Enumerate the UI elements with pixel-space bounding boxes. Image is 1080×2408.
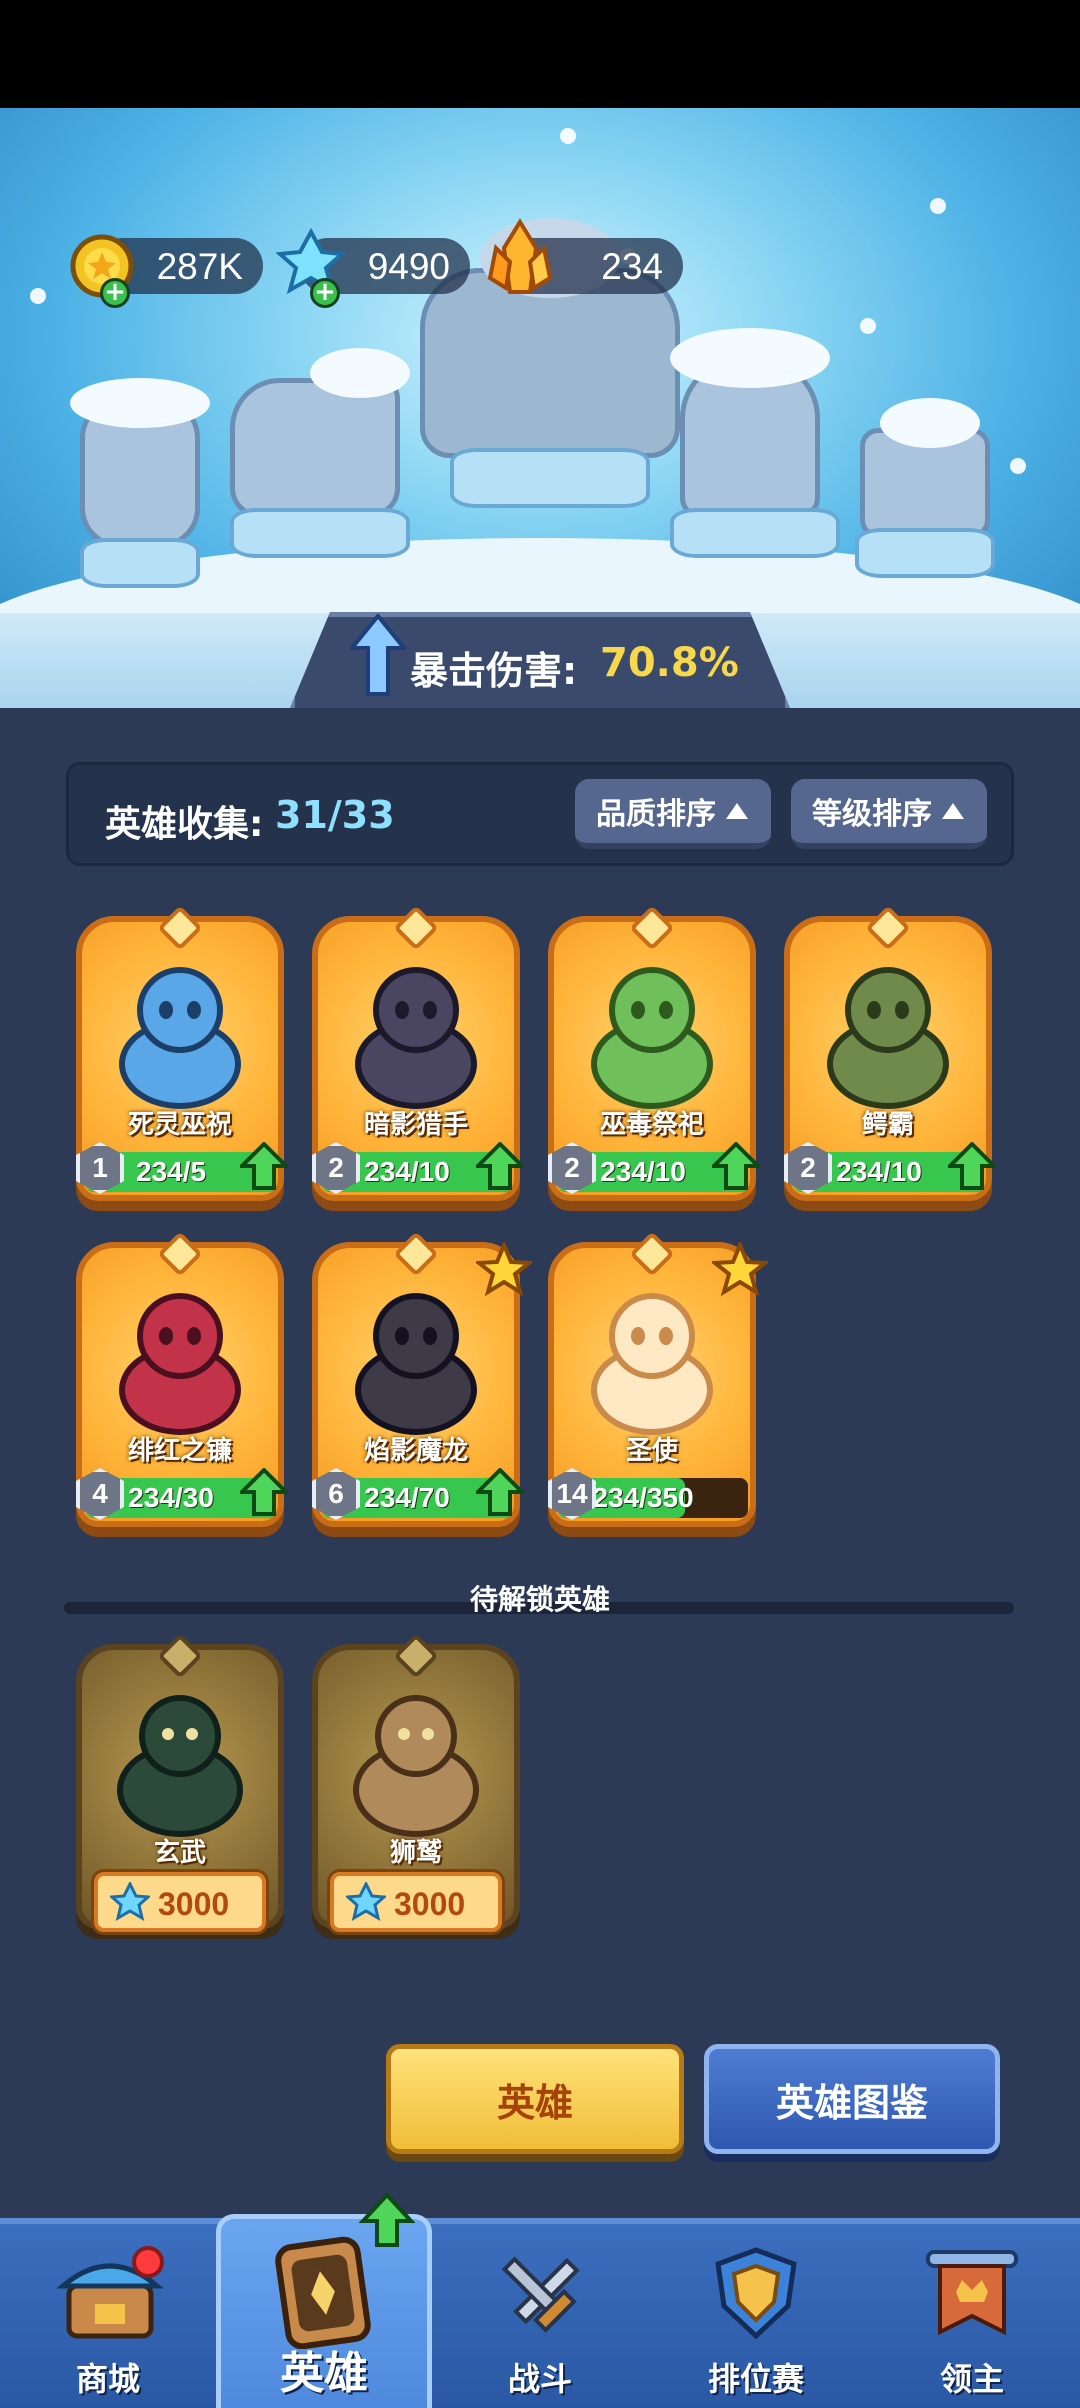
hero-card[interactable]: 暗影猎手 234/10 2 [312,905,524,1216]
crit-damage-value: 70.8% [600,640,739,686]
nav-ranked[interactable]: 排位赛 [648,2224,864,2408]
nav-battle-label: 战斗 [507,2360,572,2398]
snowflake [860,318,876,334]
hero-portrait [355,1293,477,1435]
sort-level-label: 等级排序 [812,797,932,832]
orange-crystal-amount: 234 [601,246,663,287]
unlock-price: 3000 [394,1886,466,1922]
add-gold-button[interactable]: + [100,278,130,308]
hero-name: 玄武 [153,1838,206,1868]
notification-dot [132,2246,164,2278]
upgrade-arrow-icon [476,1142,524,1190]
hero-name: 焰影魔龙 [363,1436,468,1466]
rank-shield-icon [715,2247,797,2340]
locked-section-label: 待解锁英雄 [469,1583,610,1616]
locked-hero-card[interactable]: 狮鹫 3000 [312,1633,520,1944]
unlock-price-button[interactable]: 3000 [94,1872,266,1932]
crit-up-arrow-icon [347,612,409,702]
nav-lord[interactable]: 领主 [864,2224,1080,2408]
crossed-swords-icon [501,2256,580,2333]
hero-name: 狮鹫 [389,1838,442,1868]
star-icon [476,1242,532,1297]
unlock-price: 3000 [158,1886,230,1922]
upgrade-arrow-icon [948,1142,996,1190]
hero-name: 鳄霸 [861,1110,914,1140]
hero-name: 巫毒祭祀 [599,1110,704,1140]
hero-card-icon [275,2236,371,2349]
hero-card[interactable]: 死灵巫祝 234/5 1 [76,905,288,1216]
add-ice-crystal-button[interactable]: + [310,278,340,308]
triangle-up-icon [726,803,748,819]
nav-lord-label: 领主 [939,2360,1004,2398]
nav-heroes-label: 英雄 [280,2348,368,2399]
upgrade-arrow-icon [476,1468,524,1516]
nav-heroes[interactable]: 英雄 [216,2193,432,2408]
hero-name: 圣使 [625,1436,678,1466]
crit-damage-label: 暴击伤害: [410,649,578,693]
collection-header: 英雄收集: 31/33 品质排序 等级排序 [66,762,1014,866]
hero-portrait [353,1695,479,1837]
orange-crystal-icon [480,218,560,302]
upgrade-arrow-icon [712,1142,760,1190]
nav-shop[interactable]: 商城 [0,2224,216,2408]
upgrade-arrow-icon [240,1468,288,1516]
hero-codex-button[interactable]: 英雄图鉴 [704,2044,1000,2154]
collection-count: 31/33 [275,793,395,837]
hero-card[interactable]: 焰影魔龙 234/70 6 [312,1231,532,1542]
hero-portrait [355,967,477,1109]
hero-button[interactable]: 英雄 [386,2044,684,2154]
snowflake [560,128,576,144]
lord-banner-icon [926,2250,1018,2336]
hero-card[interactable]: 绯红之镰 234/30 4 [76,1231,288,1542]
upgrade-arrow-icon [240,1142,288,1190]
sort-by-quality-button[interactable]: 品质排序 [575,779,771,849]
ice-crystal-icon [346,1882,386,1922]
status-bar [0,0,1080,108]
hero-card[interactable]: 巫毒祭祀 234/10 2 [548,905,760,1216]
nav-shop-label: 商城 [75,2360,140,2398]
triangle-up-icon [942,803,964,819]
hero-portrait [119,1293,241,1435]
snowflake [1010,458,1026,474]
snowflake [30,288,46,304]
hero-portrait [827,967,949,1109]
hero-card[interactable]: 圣使 234/350 14 [548,1231,768,1542]
hero-portrait [591,1293,713,1435]
hero-name: 绯红之镰 [127,1436,232,1466]
hero-portrait [117,1695,243,1837]
nav-ranked-label: 排位赛 [707,2360,804,2398]
snowflake [930,198,946,214]
upgrade-arrow-icon [359,2193,415,2247]
hero-portrait [591,967,713,1109]
bottom-nav: 商城 英雄 战斗 排位赛 领主 [0,2193,1080,2408]
star-icon [712,1242,768,1297]
locked-hero-card[interactable]: 玄武 3000 [76,1633,284,1944]
hero-name: 暗影猎手 [363,1110,468,1140]
hero-portrait [119,967,241,1109]
sort-by-level-button[interactable]: 等级排序 [791,779,987,849]
gold-amount: 287K [156,246,243,287]
ice-crystal-icon [110,1882,150,1922]
hero-name: 死灵巫祝 [127,1110,232,1140]
ice-crystal-amount: 9490 [367,246,450,287]
sort-quality-label: 品质排序 [596,797,716,832]
nav-battle[interactable]: 战斗 [432,2224,648,2408]
collection-label: 英雄收集: [105,804,264,845]
unlock-price-button[interactable]: 3000 [330,1872,502,1932]
hero-card[interactable]: 鳄霸 234/10 2 [784,905,996,1216]
